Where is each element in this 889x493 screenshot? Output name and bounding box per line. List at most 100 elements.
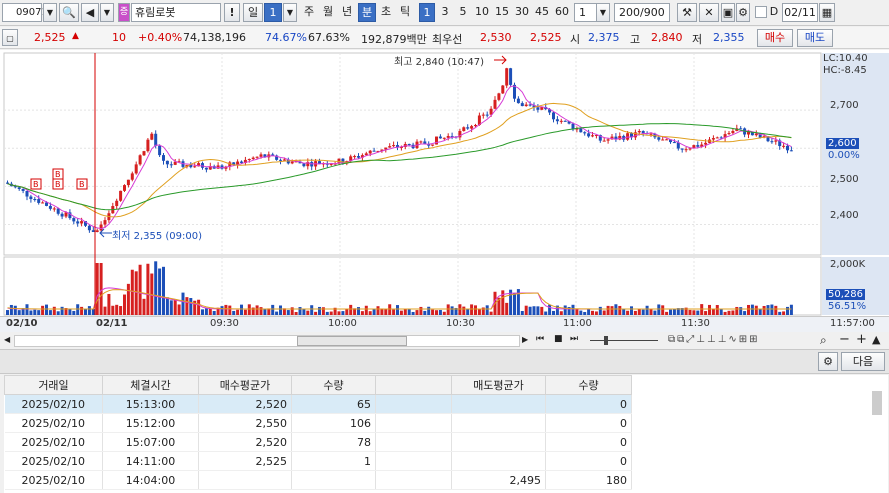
period-minute-button[interactable]: 분 <box>358 3 376 22</box>
table-row[interactable]: 2025/02/10 15:13:00 2,520 65 0 <box>4 394 632 414</box>
table-row[interactable]: 2025/02/10 15:07:00 2,520 78 0 <box>4 432 632 452</box>
candle-body <box>591 135 594 137</box>
period-tick-button[interactable]: 틱 <box>396 3 414 22</box>
count-input[interactable]: 200/900 <box>614 3 670 22</box>
first-page-icon[interactable]: ⏮ <box>536 334 544 344</box>
search-icon[interactable]: ⌕ <box>820 333 827 348</box>
candlestick-chart[interactable]: B B B B 최고 2,840 (10:47) 최저 2,355 (09:00… <box>0 50 889 332</box>
volume-bar <box>470 304 474 315</box>
interval-30-button[interactable]: 30 <box>513 3 531 22</box>
date-input[interactable]: 02/11 <box>782 3 818 22</box>
time-label-0211: 02/11 <box>96 318 128 329</box>
zoom-slider[interactable] <box>590 340 658 341</box>
interval-45-button[interactable]: 45 <box>533 3 551 22</box>
zoom-out-icon[interactable]: − <box>839 332 850 347</box>
period-year-button[interactable]: 년 <box>338 3 356 22</box>
open-price: 2,375 <box>588 31 620 44</box>
volume-bar <box>618 305 622 315</box>
candle-body <box>431 144 435 146</box>
table-scrollbar-thumb[interactable] <box>872 391 882 415</box>
trade-history-table: 거래일 체결시간 매수평균가 수량 매도평균가 수량 2025/02/10 15:… <box>4 375 632 490</box>
volume-bar <box>357 307 360 315</box>
volume-bar <box>107 293 111 315</box>
period-month-button[interactable]: 월 <box>319 3 337 22</box>
code-dropdown-icon[interactable]: ▼ <box>43 3 57 22</box>
interval-dropdown-icon[interactable]: ▼ <box>596 3 610 22</box>
time-label-1130: 11:30 <box>681 318 710 329</box>
scroll-right-icon[interactable]: ▶ <box>522 335 528 344</box>
header-buy-avg: 매수평균가 <box>198 375 292 395</box>
volume-bar <box>540 306 544 315</box>
candle-body <box>485 114 489 116</box>
table-row[interactable]: 2025/02/10 14:11:00 2,525 1 0 <box>4 451 632 471</box>
time-label-1100: 11:00 <box>563 318 592 329</box>
zoom-in-icon[interactable]: + <box>856 332 867 347</box>
quote-expand-icon[interactable]: ▢ <box>2 29 18 46</box>
volume-bar <box>735 306 739 315</box>
volume-bar <box>754 305 758 315</box>
crosshair-icon[interactable]: ✕ <box>699 3 719 22</box>
table-row[interactable]: 2025/02/10 14:04:00 2,495 180 <box>4 470 632 490</box>
alert-button[interactable]: ! <box>224 3 240 22</box>
table-row[interactable]: 2025/02/10 15:12:00 2,550 106 0 <box>4 413 632 433</box>
volume-bar <box>423 310 427 315</box>
candle-body <box>505 68 509 86</box>
zoom-slider-thumb[interactable] <box>604 336 608 345</box>
interval-5-button[interactable]: 5 <box>455 3 471 22</box>
candle-body <box>579 128 583 133</box>
save-icon[interactable]: ▣ <box>721 3 735 22</box>
chart-type-icon[interactable]: ⚒ <box>677 3 697 22</box>
scrollbar-thumb[interactable] <box>297 336 407 346</box>
volume-bar <box>290 307 294 315</box>
current-price-tag: 2,600 <box>826 138 859 149</box>
period-second-button[interactable]: 초 <box>377 3 395 22</box>
horizontal-scrollbar[interactable] <box>14 335 520 347</box>
candle-body <box>25 190 29 197</box>
interval-10-button[interactable]: 10 <box>473 3 491 22</box>
interval-1-button[interactable]: 1 <box>419 3 435 22</box>
stock-name-field[interactable]: 휴림로봇 <box>131 3 221 22</box>
code-input[interactable]: 090710 <box>2 3 54 22</box>
chart-canvas[interactable]: B B B B <box>0 50 889 332</box>
volume-bar <box>672 309 676 315</box>
scroll-left-icon[interactable]: ◀ <box>4 335 14 347</box>
low-label: 저 <box>692 33 703 46</box>
volume-bar <box>224 304 228 315</box>
last-page-icon[interactable]: ⏭ <box>570 334 578 344</box>
stop-icon[interactable]: ■ <box>554 334 563 344</box>
stock-dropdown-icon[interactable]: ▼ <box>100 3 114 22</box>
drawing-tools-icons[interactable]: ⧉⧉⤢⊥⊥⊥∿⊞⊞ <box>668 334 760 345</box>
search-icon[interactable]: 🔍 <box>59 3 79 22</box>
volume-bar <box>185 297 189 315</box>
calendar-icon[interactable]: ▦ <box>819 3 835 22</box>
interval-60-button[interactable]: 60 <box>553 3 571 22</box>
interval-15-button[interactable]: 15 <box>493 3 511 22</box>
candle-body <box>247 158 251 160</box>
period-day-button[interactable]: 일 <box>243 3 263 22</box>
next-button[interactable]: 다음 <box>841 352 885 371</box>
candle-body <box>80 221 84 224</box>
interval-select-value: 1 <box>579 6 586 19</box>
period-day-value[interactable]: 1 <box>264 3 282 22</box>
period-dropdown-icon[interactable]: ▼ <box>283 3 297 22</box>
candle-body <box>680 148 684 150</box>
volume-bar <box>91 309 95 315</box>
interval-3-button[interactable]: 3 <box>437 3 453 22</box>
volume-pane <box>3 256 822 316</box>
table-cell: 65 <box>291 394 376 414</box>
candle-body <box>91 230 95 232</box>
settings-icon[interactable]: ⚙ <box>736 3 750 22</box>
prev-stock-icon[interactable]: ◀ <box>81 3 99 22</box>
buy-button[interactable]: 매수 <box>757 29 793 47</box>
period-week-button[interactable]: 주 <box>300 3 318 22</box>
up-arrow-icon[interactable]: ▲ <box>872 333 880 346</box>
volume-bar <box>411 311 415 315</box>
volume-bar <box>271 304 275 315</box>
table-cell: 180 <box>545 470 632 490</box>
volume-bar <box>146 263 150 315</box>
candle-body <box>435 136 438 145</box>
settings-icon[interactable]: ⚙ <box>818 352 838 371</box>
sell-button[interactable]: 매도 <box>797 29 833 47</box>
d-checkbox[interactable] <box>755 6 767 18</box>
candle-body <box>754 133 758 136</box>
